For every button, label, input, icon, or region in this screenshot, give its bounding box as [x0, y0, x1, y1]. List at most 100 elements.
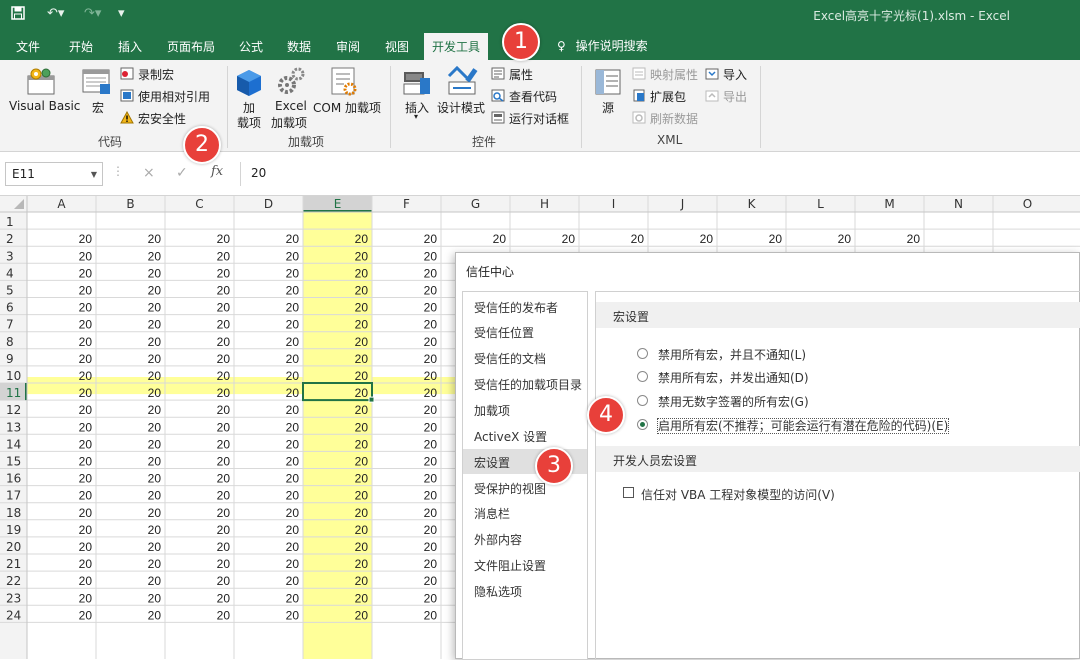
- cell-value[interactable]: 20: [424, 506, 438, 520]
- cell-value[interactable]: 20: [355, 266, 369, 280]
- cell-value[interactable]: 20: [355, 386, 369, 400]
- record-macro-button[interactable]: 录制宏: [138, 66, 174, 83]
- cell-value[interactable]: 20: [79, 403, 93, 417]
- cell-value[interactable]: 20: [562, 232, 576, 246]
- column-header-d[interactable]: D: [264, 197, 273, 211]
- cell-value[interactable]: 20: [286, 557, 300, 571]
- row-header-11[interactable]: 11: [6, 386, 21, 400]
- cell-value[interactable]: 20: [286, 523, 300, 537]
- cell-value[interactable]: 20: [217, 318, 231, 332]
- cell-value[interactable]: 20: [217, 420, 231, 434]
- cell-value[interactable]: 20: [79, 249, 93, 263]
- cell-value[interactable]: 20: [424, 540, 438, 554]
- radio-button-selected[interactable]: [637, 419, 648, 430]
- nav-addins[interactable]: 加载项: [463, 397, 587, 422]
- cell-value[interactable]: 20: [907, 232, 921, 246]
- column-header-a[interactable]: A: [57, 197, 66, 211]
- cell-value[interactable]: 20: [148, 301, 162, 315]
- tab-view[interactable]: 视图: [385, 38, 409, 55]
- row-header-12[interactable]: 12: [6, 403, 21, 417]
- cell-value[interactable]: 20: [79, 591, 93, 605]
- cell-value[interactable]: 20: [217, 232, 231, 246]
- tab-home[interactable]: 开始: [69, 38, 93, 55]
- undo-icon[interactable]: ↶▾: [47, 6, 64, 21]
- cell-value[interactable]: 20: [217, 335, 231, 349]
- row-header-7[interactable]: 7: [6, 318, 14, 332]
- row-header-14[interactable]: 14: [6, 437, 21, 451]
- cell-value[interactable]: 20: [355, 540, 369, 554]
- cell-value[interactable]: 20: [79, 472, 93, 486]
- formula-input[interactable]: 20: [240, 162, 1080, 186]
- cell-value[interactable]: 20: [355, 489, 369, 503]
- column-header-f[interactable]: F: [403, 197, 410, 211]
- design-mode-button[interactable]: 设计模式: [437, 99, 485, 116]
- macro-security-button[interactable]: 宏安全性: [138, 110, 186, 127]
- cell-value[interactable]: 20: [148, 335, 162, 349]
- cell-value[interactable]: 20: [286, 506, 300, 520]
- cell-value[interactable]: 20: [424, 489, 438, 503]
- cell-value[interactable]: 20: [424, 472, 438, 486]
- cell-value[interactable]: 20: [424, 266, 438, 280]
- refresh-data-button[interactable]: 刷新数据: [650, 110, 698, 127]
- macros-button[interactable]: 宏: [92, 99, 104, 116]
- row-header-13[interactable]: 13: [6, 420, 21, 434]
- nav-trusted-documents[interactable]: 受信任的文档: [463, 345, 587, 370]
- cell-value[interactable]: 20: [79, 557, 93, 571]
- redo-icon[interactable]: ↷▾: [84, 6, 101, 21]
- cell-value[interactable]: 20: [355, 352, 369, 366]
- cell-value[interactable]: 20: [79, 574, 93, 588]
- cell-value[interactable]: 20: [355, 574, 369, 588]
- row-header-8[interactable]: 8: [6, 335, 14, 349]
- row-header-3[interactable]: 3: [6, 249, 14, 263]
- cell-value[interactable]: 20: [148, 369, 162, 383]
- column-header-b[interactable]: B: [126, 197, 134, 211]
- cell-value[interactable]: 20: [217, 437, 231, 451]
- column-header-m[interactable]: M: [884, 197, 894, 211]
- cell-value[interactable]: 20: [79, 301, 93, 315]
- name-box[interactable]: E11 ▼: [5, 162, 103, 186]
- cell-value[interactable]: 20: [148, 318, 162, 332]
- cancel-icon[interactable]: ×: [143, 165, 155, 181]
- expansion-packs-button[interactable]: 扩展包: [650, 88, 686, 105]
- cell-value[interactable]: 20: [424, 608, 438, 622]
- cell-value[interactable]: 20: [148, 284, 162, 298]
- cell-value[interactable]: 20: [424, 386, 438, 400]
- cell-value[interactable]: 20: [148, 455, 162, 469]
- cell-value[interactable]: 20: [148, 523, 162, 537]
- column-header-e[interactable]: E: [334, 197, 342, 211]
- cell-value[interactable]: 20: [286, 284, 300, 298]
- cell-value[interactable]: 20: [355, 232, 369, 246]
- column-header-n[interactable]: N: [954, 197, 963, 211]
- cell-value[interactable]: 20: [217, 540, 231, 554]
- cell-value[interactable]: 20: [148, 557, 162, 571]
- cell-value[interactable]: 20: [286, 386, 300, 400]
- cell-value[interactable]: 20: [424, 403, 438, 417]
- map-properties-button[interactable]: 映射属性: [650, 66, 698, 83]
- cell-value[interactable]: 20: [148, 591, 162, 605]
- column-header-o[interactable]: O: [1023, 197, 1032, 211]
- row-header-19[interactable]: 19: [6, 523, 21, 537]
- row-header-21[interactable]: 21: [6, 557, 21, 571]
- cell-value[interactable]: 20: [217, 574, 231, 588]
- cell-value[interactable]: 20: [148, 574, 162, 588]
- cell-value[interactable]: 20: [148, 506, 162, 520]
- nav-protected-view[interactable]: 受保护的视图: [463, 475, 587, 500]
- cell-value[interactable]: 20: [355, 455, 369, 469]
- cell-value[interactable]: 20: [424, 318, 438, 332]
- nav-trusted-locations[interactable]: 受信任位置: [463, 319, 587, 344]
- cell-value[interactable]: 20: [217, 403, 231, 417]
- cell-value[interactable]: 20: [217, 284, 231, 298]
- row-header-1[interactable]: 1: [6, 215, 14, 229]
- customize-qat-icon[interactable]: ▾: [118, 6, 125, 21]
- cell-value[interactable]: 20: [79, 455, 93, 469]
- export-button[interactable]: 导出: [723, 88, 747, 105]
- cell-value[interactable]: 20: [355, 403, 369, 417]
- cell-value[interactable]: 20: [424, 249, 438, 263]
- cell-value[interactable]: 20: [79, 352, 93, 366]
- cell-value[interactable]: 20: [79, 420, 93, 434]
- cell-value[interactable]: 20: [424, 301, 438, 315]
- cell-value[interactable]: 20: [79, 266, 93, 280]
- cell-value[interactable]: 20: [286, 318, 300, 332]
- row-header-15[interactable]: 15: [6, 455, 21, 469]
- insert-function-icon[interactable]: fx: [211, 164, 223, 179]
